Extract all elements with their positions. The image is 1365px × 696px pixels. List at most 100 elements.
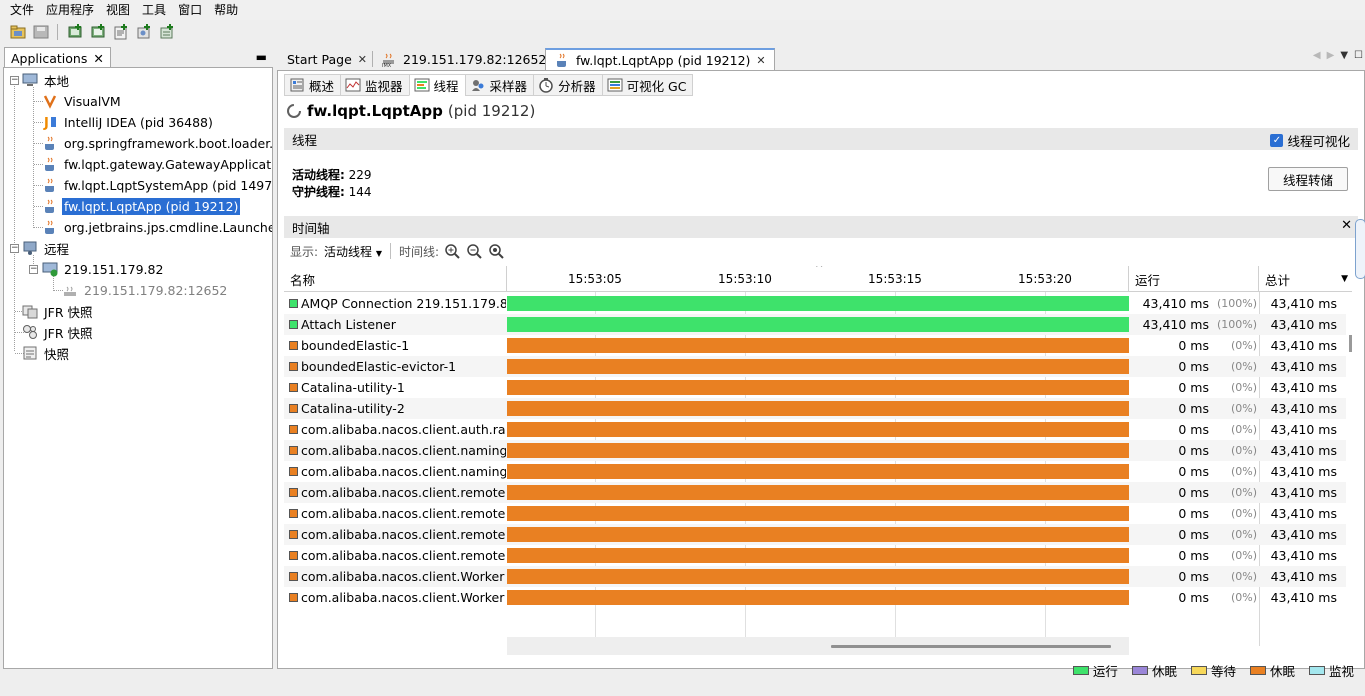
legend-swatch — [1131, 666, 1148, 675]
thread-running-time: 0 ms — [1178, 464, 1209, 479]
loading-spinner-icon — [287, 104, 301, 118]
maximize-icon[interactable]: ☐ — [1354, 50, 1363, 61]
zoom-in-button[interactable] — [443, 242, 461, 260]
tab-navigation: ◀ ▶ ▼ ☐ — [1313, 50, 1363, 61]
table-row[interactable]: boundedElastic-evictor-1 0 ms (0%) 43,410 m… — [284, 356, 1346, 377]
daemon-threads-label: 守护线程: — [292, 185, 345, 199]
scroll-left-icon[interactable]: ◀ — [1313, 50, 1321, 61]
thread-total-time: 43,410 ms — [1270, 590, 1337, 605]
threads-visualization-checkbox[interactable]: ✓ 线程可视化 — [1270, 131, 1350, 150]
menu-window[interactable]: 窗口 — [172, 1, 208, 19]
tree-node-gateway[interactable]: fw.lqpt.gateway.GatewayApplication — [42, 154, 272, 174]
thread-dump-button[interactable]: 线程转储 — [1268, 167, 1348, 191]
thread-state-icon — [289, 488, 298, 497]
column-header-name[interactable]: 名称 — [284, 266, 507, 292]
tree-node-jfr-1[interactable]: JFR 快照 — [22, 301, 95, 321]
table-row[interactable]: AMQP Connection 219.151.179.82:2 43,410 m… — [284, 293, 1346, 314]
timeline-toolbar: 显示: 活动线程 ▼ 时间线: — [284, 240, 1358, 262]
thread-running-percent: (100%) — [1216, 318, 1257, 331]
save-snapshot-button[interactable] — [31, 23, 50, 41]
page-title-pid: (pid 19212) — [447, 102, 536, 120]
tree-node-spring[interactable]: org.springframework.boot.loader.Pr — [42, 133, 272, 153]
tree-node-local[interactable]: 本地 — [22, 70, 71, 90]
table-row[interactable]: boundedElastic-1 0 ms (0%) 43,410 ms — [284, 335, 1346, 356]
table-row[interactable]: Catalina-utility-2 0 ms (0%) 43,410 ms — [284, 398, 1346, 419]
main-toolbar — [0, 20, 1365, 44]
subtab-visual-gc[interactable]: 可视化 GC — [601, 74, 694, 96]
add-app-snapshot-button[interactable] — [157, 23, 176, 41]
applications-tab[interactable]: Applications ✕ — [4, 47, 111, 68]
add-jmx-button[interactable] — [65, 23, 84, 41]
table-row[interactable]: com.alibaba.nacos.client.remote.wo 0 ms (0… — [284, 545, 1346, 566]
applications-panel: Applications ✕ ▬ − 本地 VisualVM J Intelli… — [3, 46, 273, 669]
tab-jmx-connection[interactable]: JMX 219.151.179.82:12652 ✕ — [373, 48, 570, 70]
zoom-fit-button[interactable] — [487, 242, 505, 260]
table-row[interactable]: com.alibaba.nacos.client.auth.ram.ic 0 ms… — [284, 419, 1346, 440]
tab-lqpt-app[interactable]: fw.lqpt.LqptApp (pid 19212) ✕ — [545, 48, 775, 70]
tree-node-lqpt-app[interactable]: fw.lqpt.LqptApp (pid 19212) — [42, 196, 241, 216]
thread-timeline-bar — [507, 527, 1129, 542]
close-icon[interactable]: ✕ — [93, 51, 103, 66]
stopwatch-icon — [539, 78, 553, 93]
tree-node-intellij[interactable]: J IntelliJ IDEA (pid 36488) — [42, 112, 215, 132]
timeline-scrollbar-thumb[interactable] — [831, 645, 1111, 648]
add-core-dump-button[interactable] — [111, 23, 130, 41]
collapse-toggle-host[interactable]: − — [29, 265, 38, 274]
tree-node-remote-host[interactable]: 219.151.179.82 — [42, 259, 165, 279]
tree-node-jmx-connection[interactable]: 219.151.179.82:12652 — [62, 280, 229, 300]
menu-view[interactable]: 视图 — [100, 1, 136, 19]
thread-name: boundedElastic-evictor-1 — [301, 359, 457, 374]
menu-application[interactable]: 应用程序 — [40, 1, 100, 19]
legend-sleeping: 休眠 — [1131, 661, 1177, 680]
tree-node-system-app[interactable]: fw.lqpt.LqptSystemApp (pid 14972) — [42, 175, 272, 195]
load-snapshot-button[interactable] — [8, 23, 27, 41]
tree-node-remote[interactable]: 远程 — [22, 238, 71, 258]
show-filter-dropdown[interactable]: 活动线程 ▼ — [324, 243, 382, 260]
tab-list-dropdown-icon[interactable]: ▼ — [1340, 50, 1348, 61]
side-panel-handle[interactable] — [1355, 219, 1365, 279]
table-row[interactable]: Catalina-utility-1 0 ms (0%) 43,410 ms — [284, 377, 1346, 398]
table-row[interactable]: com.alibaba.nacos.client.naming.grj 0 ms (… — [284, 440, 1346, 461]
tree-label-jmx-connection: 219.151.179.82:12652 — [84, 282, 228, 298]
column-header-running[interactable]: 运行 — [1129, 266, 1259, 292]
menu-help[interactable]: 帮助 — [208, 1, 244, 19]
menu-file[interactable]: 文件 — [4, 1, 40, 19]
tree-label-remote-host: 219.151.179.82 — [64, 261, 164, 277]
zoom-out-button[interactable] — [465, 242, 483, 260]
thread-total-time: 43,410 ms — [1270, 317, 1337, 332]
tree-node-jfr-2[interactable]: JFR 快照 — [22, 322, 95, 342]
subtab-threads[interactable]: 线程 — [408, 74, 465, 96]
close-icon[interactable]: ✕ — [1341, 218, 1352, 233]
subtab-sampler[interactable]: 采样器 — [464, 74, 534, 96]
tree-node-snapshots[interactable]: 快照 — [22, 343, 71, 363]
subtab-monitor[interactable]: 监视器 — [340, 74, 409, 96]
add-jfr-snapshot-button[interactable] — [134, 23, 153, 41]
thread-total-time: 43,410 ms — [1270, 401, 1337, 416]
table-row[interactable]: com.alibaba.nacos.client.remote.wo 0 ms (0… — [284, 524, 1346, 545]
collapse-toggle-local[interactable]: − — [10, 76, 19, 85]
column-chooser-icon[interactable]: ▼ — [1341, 274, 1348, 284]
subtab-overview[interactable]: 概述 — [284, 74, 341, 96]
table-row[interactable]: com.alibaba.nacos.client.naming.sec 0 ms (… — [284, 461, 1346, 482]
collapse-toggle-remote[interactable]: − — [10, 244, 19, 253]
minimize-icon[interactable]: ▬ — [256, 50, 267, 64]
table-row[interactable]: com.alibaba.nacos.client.Worker 0 ms (0%) 4… — [284, 566, 1346, 587]
table-row[interactable]: com.alibaba.nacos.client.remote.wo 0 ms (0… — [284, 503, 1346, 524]
tab-start-page[interactable]: Start Page ✕ — [279, 48, 375, 70]
add-remote-host-button[interactable] — [88, 23, 107, 41]
zoom-in-icon — [445, 244, 460, 259]
menu-tools[interactable]: 工具 — [136, 1, 172, 19]
vertical-scrollbar[interactable] — [1349, 335, 1352, 352]
tree-node-jps[interactable]: org.jetbrains.jps.cmdline.Launcher (p — [42, 217, 272, 237]
column-header-total[interactable]: 总计 ▼ — [1259, 266, 1352, 292]
table-row[interactable]: Attach Listener 43,410 ms (100%) 43,410 ms — [284, 314, 1346, 335]
subtab-profiler[interactable]: 分析器 — [533, 74, 602, 96]
table-row[interactable]: com.alibaba.nacos.client.remote.wo 0 ms (0… — [284, 482, 1346, 503]
table-row[interactable]: com.alibaba.nacos.client.Worker 0 ms (0%) 4… — [284, 587, 1346, 608]
close-icon[interactable]: ✕ — [756, 54, 765, 67]
tree-node-visualvm[interactable]: VisualVM — [42, 91, 123, 111]
close-icon[interactable]: ✕ — [358, 53, 367, 66]
thread-name: com.alibaba.nacos.client.naming.grj — [301, 443, 506, 458]
scroll-right-icon[interactable]: ▶ — [1327, 50, 1335, 61]
thread-timeline-bar — [507, 296, 1129, 311]
